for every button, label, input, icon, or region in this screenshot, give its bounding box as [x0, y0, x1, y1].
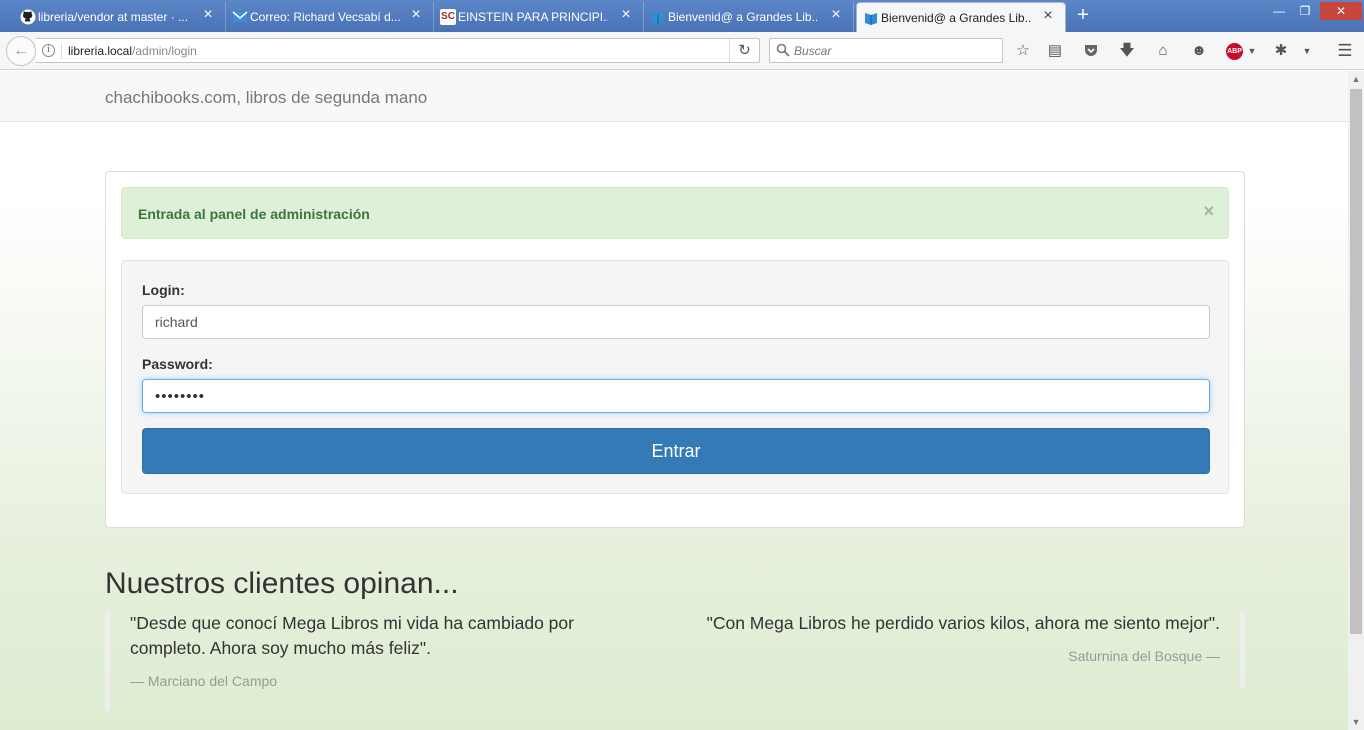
- tab-github[interactable]: libreria/vendor at master · ... ×: [14, 2, 226, 32]
- site-navbar: chachibooks.com, libros de segunda mano: [0, 71, 1348, 122]
- browser-tabstrip: libreria/vendor at master · ... × Correo…: [0, 0, 1364, 32]
- site-brand[interactable]: chachibooks.com, libros de segunda mano: [105, 88, 427, 108]
- success-alert: Entrada al panel de administración ×: [121, 187, 1229, 239]
- search-bar[interactable]: [769, 38, 1003, 63]
- search-icon: [776, 43, 790, 57]
- quote-text: "Desde que conocí Mega Libros mi vida ha…: [130, 613, 574, 658]
- url-text: libreria.local/admin/login: [68, 44, 197, 58]
- tab-bienvenid-active[interactable]: Bienvenid@ a Grandes Lib... ×: [856, 2, 1066, 32]
- pocket-icon[interactable]: [1082, 42, 1100, 60]
- book-icon: [652, 12, 664, 24]
- login-panel: Entrada al panel de administración × Log…: [105, 171, 1245, 528]
- tab-title: Bienvenid@ a Grandes Lib...: [668, 10, 818, 24]
- site-info-icon[interactable]: i: [42, 44, 55, 57]
- reload-icon[interactable]: ↻: [729, 39, 759, 62]
- adblock-icon[interactable]: ABP: [1226, 43, 1243, 60]
- close-tab-icon[interactable]: ×: [201, 7, 215, 23]
- testimonial-quote: "Con Mega Libros he perdido varios kilos…: [690, 611, 1245, 688]
- tab-einstein[interactable]: SC EINSTEIN PARA PRINCIPI... ×: [434, 2, 644, 32]
- password-label: Password:: [142, 356, 213, 372]
- tab-title: Correo: Richard Vecsabí d...: [250, 10, 400, 24]
- sc-icon: SC: [440, 9, 456, 25]
- bookmark-star-icon[interactable]: ☆: [1014, 42, 1032, 60]
- close-tab-icon[interactable]: ×: [829, 7, 843, 23]
- submit-button[interactable]: Entrar: [142, 428, 1210, 474]
- url-separator: [61, 43, 62, 59]
- browser-navbar: ← i libreria.local/admin/login ↻ ☆ ▤ 🡇 ⌂…: [0, 32, 1364, 70]
- close-tab-icon[interactable]: ×: [409, 7, 423, 23]
- quote-author: — Marciano del Campo: [130, 673, 278, 689]
- window-close-button[interactable]: ✕: [1320, 2, 1362, 20]
- login-input[interactable]: [142, 305, 1210, 339]
- new-tab-button[interactable]: +: [1074, 5, 1092, 25]
- extension-menu-icon[interactable]: ▼: [1298, 42, 1316, 60]
- adblock-menu-icon[interactable]: ▼: [1243, 42, 1261, 60]
- quote-text: "Con Mega Libros he perdido varios kilos…: [706, 613, 1220, 633]
- testimonials-title: Nuestros clientes opinan...: [105, 567, 459, 600]
- quote-author: Saturnina del Bosque —: [1068, 648, 1220, 664]
- search-input[interactable]: [794, 42, 994, 59]
- extension-icon[interactable]: ✱: [1272, 42, 1290, 60]
- tab-bienvenid-1[interactable]: Bienvenid@ a Grandes Lib... ×: [644, 2, 854, 32]
- testimonial-quote: "Desde que conocí Mega Libros mi vida ha…: [105, 611, 645, 711]
- reading-list-icon[interactable]: ▤: [1046, 42, 1064, 60]
- back-button[interactable]: ←: [6, 36, 36, 66]
- close-tab-icon[interactable]: ×: [1041, 8, 1055, 24]
- url-host: libreria.local: [68, 44, 133, 58]
- password-input[interactable]: [142, 379, 1210, 413]
- alert-close-icon[interactable]: ×: [1203, 202, 1214, 220]
- close-tab-icon[interactable]: ×: [619, 7, 633, 23]
- minimize-button[interactable]: —: [1266, 2, 1292, 20]
- chat-icon[interactable]: ☻: [1190, 42, 1208, 60]
- tab-title: EINSTEIN PARA PRINCIPI...: [458, 10, 608, 24]
- tab-mail[interactable]: Correo: Richard Vecsabí d... ×: [226, 2, 434, 32]
- scroll-down-icon[interactable]: ▼: [1348, 714, 1364, 730]
- back-arrow-icon: ←: [13, 42, 29, 59]
- book-icon: [865, 13, 877, 25]
- hamburger-menu-icon[interactable]: ☰: [1336, 42, 1354, 60]
- github-icon: [20, 9, 36, 25]
- scroll-up-icon[interactable]: ▲: [1348, 71, 1364, 87]
- login-form: Login: Password: Entrar: [121, 260, 1229, 494]
- download-icon[interactable]: 🡇: [1118, 42, 1136, 60]
- tab-title: Bienvenid@ a Grandes Lib...: [881, 10, 1031, 25]
- login-label: Login:: [142, 282, 185, 298]
- mail-icon: [232, 11, 248, 22]
- home-icon[interactable]: ⌂: [1154, 42, 1172, 60]
- page-scrollbar[interactable]: ▲ ▼: [1348, 71, 1364, 730]
- url-bar[interactable]: i libreria.local/admin/login ↻: [36, 38, 760, 63]
- restore-button[interactable]: ❐: [1292, 2, 1318, 20]
- scrollbar-thumb[interactable]: [1350, 89, 1362, 634]
- tab-title: libreria/vendor at master · ...: [38, 10, 188, 24]
- url-path: /admin/login: [132, 44, 197, 58]
- alert-message: Entrada al panel de administración: [138, 206, 370, 222]
- page-content: chachibooks.com, libros de segunda mano …: [0, 71, 1348, 730]
